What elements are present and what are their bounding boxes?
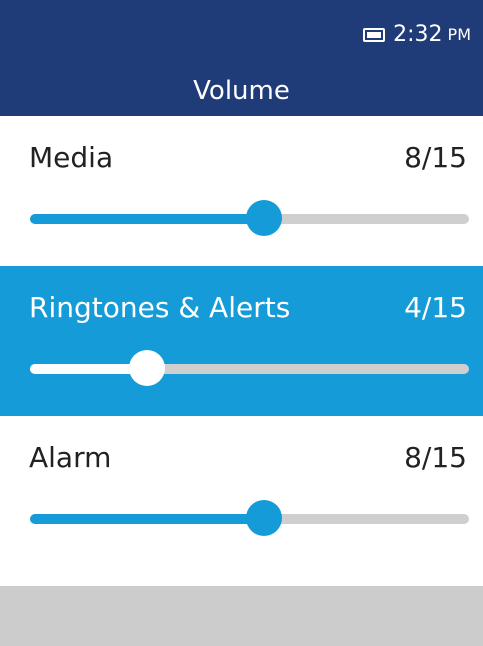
time-ampm: PM — [447, 25, 471, 44]
media-volume-slider[interactable] — [30, 200, 469, 236]
volume-row-ringtones[interactable]: Ringtones & Alerts 4/15 — [0, 266, 483, 416]
row-value: 8/15 — [404, 441, 467, 474]
time: 2:32 — [393, 22, 443, 47]
alarm-volume-slider[interactable] — [30, 500, 469, 536]
battery-icon — [363, 27, 386, 42]
slider-thumb[interactable] — [245, 200, 282, 236]
header: Volume — [0, 68, 483, 116]
volume-row-media[interactable]: Media 8/15 — [0, 116, 483, 266]
row-value: 4/15 — [404, 291, 467, 324]
ringtones-volume-slider[interactable] — [30, 350, 469, 386]
status-bar: 2:32 PM — [0, 0, 483, 68]
softkey-bar — [0, 586, 483, 646]
row-label: Media — [29, 141, 114, 174]
slider-thumb[interactable] — [245, 500, 282, 536]
row-label: Alarm — [29, 441, 112, 474]
volume-row-alarm[interactable]: Alarm 8/15 — [0, 416, 483, 566]
slider-fill — [30, 214, 264, 224]
row-value: 8/15 — [404, 141, 467, 174]
row-label: Ringtones & Alerts — [29, 291, 291, 324]
slider-fill — [30, 514, 264, 524]
status-indicators: 2:32 PM — [363, 22, 471, 47]
page-title: Volume — [193, 76, 290, 106]
slider-thumb[interactable] — [129, 350, 166, 386]
